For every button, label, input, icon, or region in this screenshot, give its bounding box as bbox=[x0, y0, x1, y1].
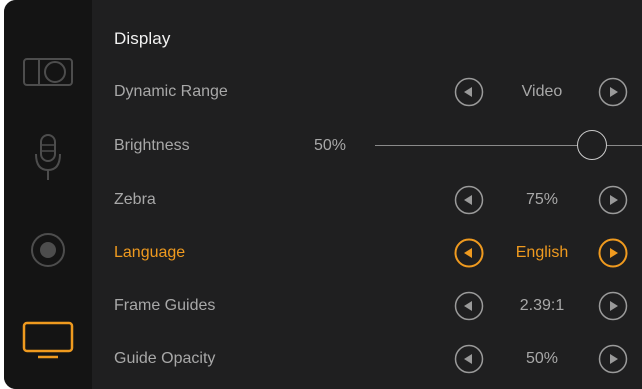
previous-value-button[interactable] bbox=[454, 238, 484, 268]
next-value-button[interactable] bbox=[598, 185, 628, 215]
previous-value-button[interactable] bbox=[454, 291, 484, 321]
camera-icon bbox=[22, 57, 74, 87]
setting-value: 2.39:1 bbox=[519, 297, 565, 314]
setting-value: 75% bbox=[525, 191, 559, 208]
next-value-button[interactable] bbox=[598, 291, 628, 321]
next-value-button[interactable] bbox=[598, 77, 628, 107]
record-icon bbox=[28, 230, 68, 270]
arrow-right-icon bbox=[598, 185, 628, 215]
arrow-left-icon bbox=[454, 238, 484, 268]
arrow-right-icon bbox=[598, 344, 628, 374]
previous-value-button[interactable] bbox=[454, 77, 484, 107]
next-value-button[interactable] bbox=[598, 344, 628, 374]
sidebar-item-camera[interactable] bbox=[20, 46, 76, 98]
settings-screen: Display Dynamic Range Video Brightness 5… bbox=[4, 0, 642, 389]
setting-row-zebra: Zebra 75% bbox=[92, 174, 642, 226]
brightness-slider[interactable] bbox=[375, 129, 642, 160]
arrow-right-icon bbox=[598, 291, 628, 321]
device-frame: Display Dynamic Range Video Brightness 5… bbox=[0, 0, 642, 389]
sidebar-item-audio[interactable] bbox=[20, 132, 76, 184]
setting-row-dynamic-range: Dynamic Range Video bbox=[92, 66, 642, 118]
setting-row-language: Language English bbox=[92, 227, 642, 279]
setting-label: Guide Opacity bbox=[114, 350, 216, 367]
setting-label: Frame Guides bbox=[114, 297, 216, 314]
arrow-right-icon bbox=[598, 238, 628, 268]
brightness-value: 50% bbox=[314, 137, 347, 154]
setting-row-guide-opacity: Guide Opacity 50% bbox=[92, 333, 642, 385]
setting-value: Video bbox=[521, 83, 563, 100]
slider-thumb[interactable] bbox=[577, 129, 607, 160]
monitor-icon bbox=[22, 320, 74, 360]
setting-value: English bbox=[515, 244, 569, 261]
microphone-icon bbox=[33, 132, 63, 184]
arrow-left-icon bbox=[454, 77, 484, 107]
arrow-left-icon bbox=[454, 344, 484, 374]
previous-value-button[interactable] bbox=[454, 185, 484, 215]
setting-label: Brightness bbox=[114, 137, 190, 154]
sidebar-item-record[interactable] bbox=[20, 224, 76, 276]
setting-label: Dynamic Range bbox=[114, 83, 228, 100]
setting-row-frame-guides: Frame Guides 2.39:1 bbox=[92, 280, 642, 332]
setting-value: 50% bbox=[525, 350, 559, 367]
setting-label: Zebra bbox=[114, 191, 156, 208]
display-settings-panel: Display Dynamic Range Video Brightness 5… bbox=[92, 0, 642, 389]
arrow-left-icon bbox=[454, 291, 484, 321]
arrow-left-icon bbox=[454, 185, 484, 215]
next-value-button[interactable] bbox=[598, 238, 628, 268]
sidebar bbox=[4, 0, 92, 389]
setting-label: Language bbox=[114, 244, 186, 261]
page-title: Display bbox=[114, 29, 171, 48]
previous-value-button[interactable] bbox=[454, 344, 484, 374]
setting-row-brightness: Brightness 50% bbox=[92, 120, 642, 172]
sidebar-item-display[interactable] bbox=[20, 314, 76, 366]
arrow-right-icon bbox=[598, 77, 628, 107]
